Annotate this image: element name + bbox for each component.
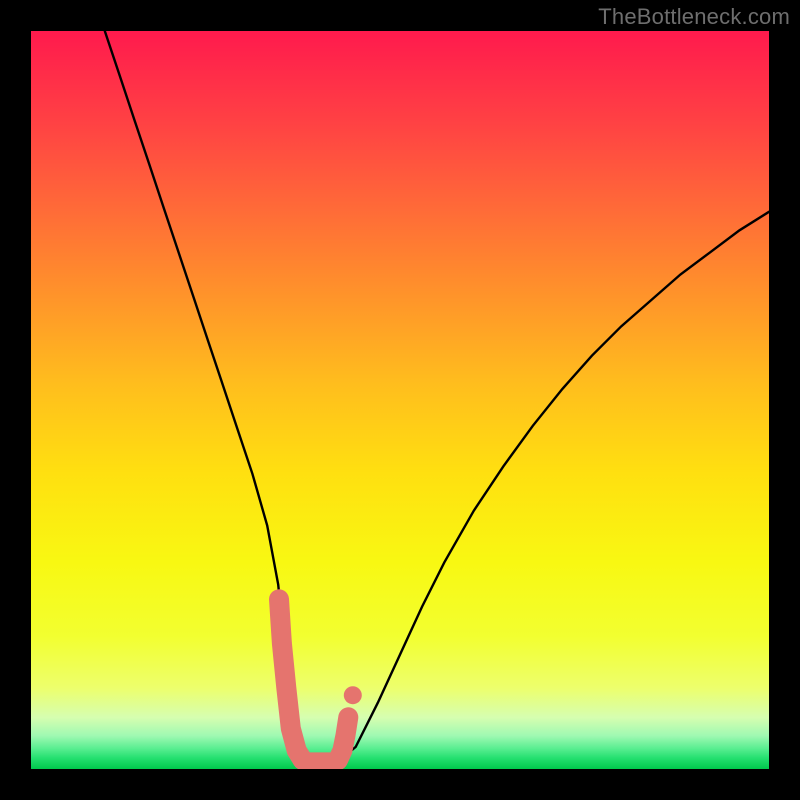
watermark-text: TheBottleneck.com xyxy=(598,4,790,30)
chart-frame: TheBottleneck.com xyxy=(0,0,800,800)
marker-end-dot xyxy=(344,686,362,704)
plot-area xyxy=(31,31,769,769)
chart-svg xyxy=(31,31,769,769)
